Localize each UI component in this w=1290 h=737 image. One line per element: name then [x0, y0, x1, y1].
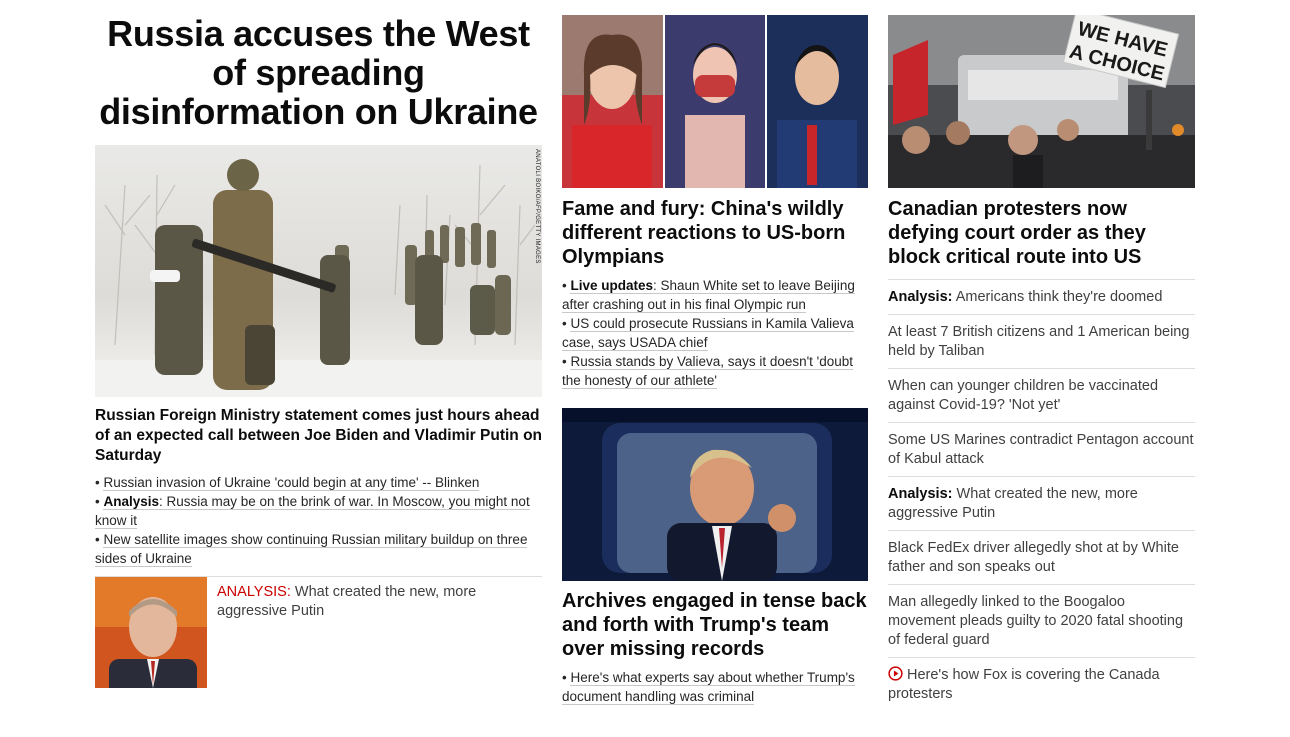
- trump-archives-headline[interactable]: Archives engaged in tense back and forth…: [562, 589, 868, 661]
- olympics-headline[interactable]: Fame and fury: China's wildly different …: [562, 197, 868, 269]
- putin-analysis-text[interactable]: ANALYSIS: What created the new, more agg…: [207, 577, 542, 688]
- lead-headline[interactable]: Russia accuses the West of spreading dis…: [95, 14, 542, 131]
- middle-column: Fame and fury: China's wildly different …: [562, 0, 868, 705]
- right-column: WE HAVE A CHOICE Canadian protesters now…: [888, 0, 1195, 711]
- canada-protest-photo[interactable]: WE HAVE A CHOICE: [888, 15, 1195, 188]
- related-link-trump-documents[interactable]: • Here's what experts say about whether …: [562, 668, 868, 706]
- putin-thumbnail[interactable]: [95, 577, 207, 699]
- list-item-americans-doomed[interactable]: Analysis: Americans think they're doomed: [888, 279, 1195, 314]
- trump-car-photo[interactable]: [562, 408, 868, 581]
- lead-subheadline[interactable]: Russian Foreign Ministry statement comes…: [95, 406, 542, 466]
- olympics-related-links: • Live updates: Shaun White set to leave…: [562, 276, 868, 390]
- analysis-kicker: ANALYSIS:: [217, 584, 291, 600]
- related-link-satellite-images[interactable]: • New satellite images show continuing R…: [95, 530, 542, 568]
- related-link-blinken[interactable]: • Russian invasion of Ukraine 'could beg…: [95, 473, 542, 492]
- list-item-boogaloo[interactable]: Man allegedly linked to the Boogaloo mov…: [888, 584, 1195, 657]
- list-item-covid-vaccine[interactable]: When can younger children be vaccinated …: [888, 368, 1195, 422]
- related-link-moscow-analysis[interactable]: • Analysis: Russia may be on the brink o…: [95, 492, 542, 530]
- analysis-label: Analysis: [103, 494, 160, 509]
- list-item-fox-video[interactable]: Here's how Fox is covering the Canada pr…: [888, 657, 1195, 711]
- live-updates-label: Live updates: [570, 278, 654, 293]
- putin-analysis-card[interactable]: ANALYSIS: What created the new, more agg…: [95, 576, 542, 699]
- analysis-label: Analysis:: [888, 486, 953, 502]
- play-circle-icon: [888, 666, 903, 681]
- analysis-label: Analysis:: [888, 289, 953, 305]
- related-link-valieva[interactable]: • Russia stands by Valieva, says it does…: [562, 352, 868, 390]
- olympians-photo[interactable]: [562, 15, 868, 188]
- photo-credit: ANATOLI BOIKO/AFP/GETTY IMAGES: [534, 149, 540, 264]
- headline-list: Analysis: Americans think they're doomed…: [888, 279, 1195, 711]
- lead-column: Russia accuses the West of spreading dis…: [95, 0, 542, 699]
- lead-photo-soldiers[interactable]: ANATOLI BOIKO/AFP/GETTY IMAGES: [95, 145, 542, 397]
- lead-related-links: • Russian invasion of Ukraine 'could beg…: [95, 473, 542, 568]
- list-item-fedex-driver[interactable]: Black FedEx driver allegedly shot at by …: [888, 530, 1195, 584]
- related-link-live-updates[interactable]: • Live updates: Shaun White set to leave…: [562, 276, 868, 314]
- list-item-aggressive-putin[interactable]: Analysis: What created the new, more agg…: [888, 476, 1195, 530]
- trump-related-links: • Here's what experts say about whether …: [562, 668, 868, 706]
- list-item-marines-kabul[interactable]: Some US Marines contradict Pentagon acco…: [888, 422, 1195, 476]
- related-link-usada[interactable]: • US could prosecute Russians in Kamila …: [562, 314, 868, 352]
- canada-protest-headline[interactable]: Canadian protesters now defying court or…: [888, 197, 1195, 269]
- list-item-taliban[interactable]: At least 7 British citizens and 1 Americ…: [888, 314, 1195, 368]
